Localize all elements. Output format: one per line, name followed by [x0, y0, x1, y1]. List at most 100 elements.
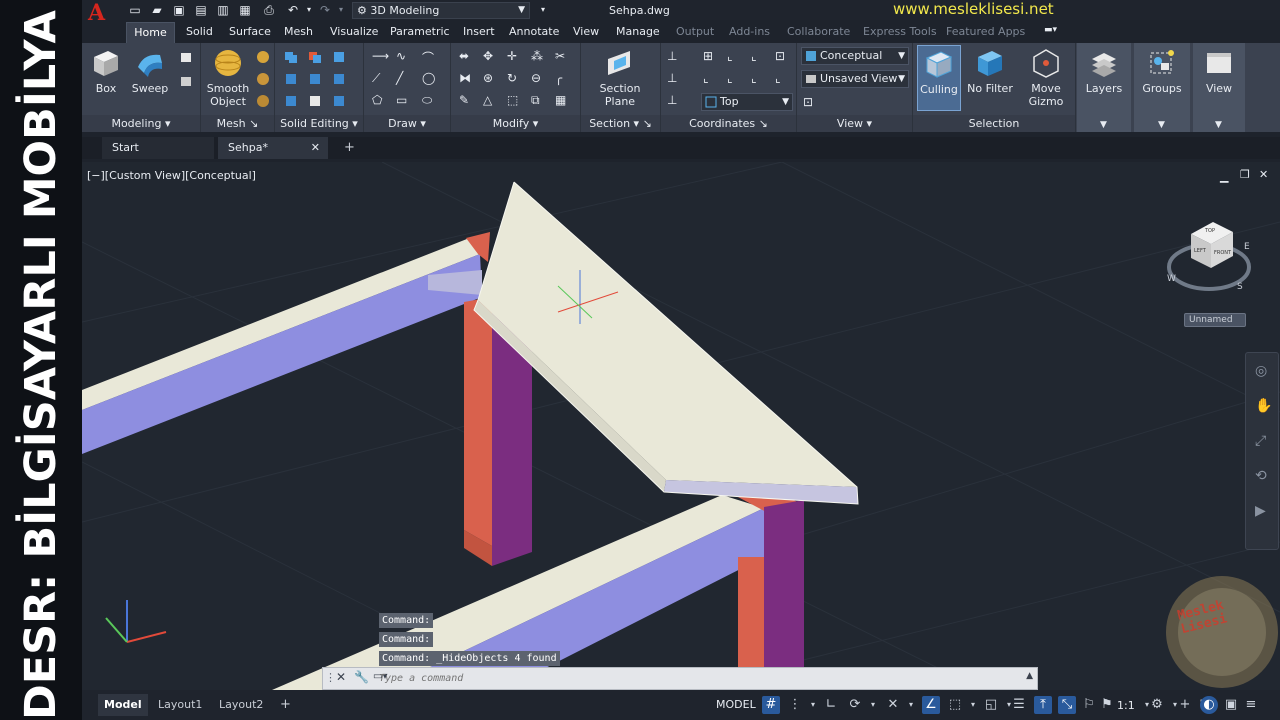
orbit-icon[interactable]: ⟲: [1255, 468, 1267, 484]
rectangle-icon[interactable]: ▭: [396, 93, 412, 109]
trim-icon[interactable]: ✂: [555, 49, 571, 65]
drawing-viewport[interactable]: [−][Custom View][Conceptual] ▁ ❐ ✕ TOP F…: [82, 162, 1280, 690]
tab-view[interactable]: View: [573, 25, 599, 38]
panel-mesh-title[interactable]: Mesh ↘: [201, 115, 274, 132]
undo-icon[interactable]: ↶: [286, 3, 300, 17]
ucs-y-icon[interactable]: ⌞: [775, 71, 791, 87]
viewcube-left-label[interactable]: LEFT: [1194, 248, 1206, 254]
open-folder-icon[interactable]: ▰: [150, 3, 164, 17]
panel-modify-title[interactable]: Modify ▾: [451, 115, 580, 132]
move-gizmo-button[interactable]: Move Gizmo: [1021, 47, 1071, 108]
viewcube-top-label[interactable]: TOP: [1205, 228, 1215, 234]
tab-output[interactable]: Output: [676, 25, 714, 38]
polar-dropdown-icon[interactable]: ▾: [864, 696, 882, 714]
zoom-icon[interactable]: ⤢: [1255, 433, 1266, 449]
hardware-acceleration-icon[interactable]: ◐: [1200, 696, 1218, 714]
3d-snap-icon[interactable]: ◱: [982, 696, 1000, 714]
fillet-icon[interactable]: ╭: [555, 71, 571, 87]
save-web-icon[interactable]: ▦: [238, 3, 252, 17]
spline-icon[interactable]: ∿: [396, 49, 412, 65]
back-rail[interactable]: [82, 232, 490, 454]
ucs-object-icon[interactable]: ⌞: [703, 71, 719, 87]
ucs-named-icon[interactable]: ⊥: [667, 93, 683, 109]
compass-west[interactable]: W: [1167, 274, 1176, 284]
offset-icon[interactable]: ⊖: [531, 71, 547, 87]
3d-align-icon[interactable]: △: [483, 93, 499, 109]
ucs-z-axis-icon[interactable]: ⌞: [751, 49, 767, 65]
erase-icon[interactable]: ✎: [459, 93, 475, 109]
lineweight-icon[interactable]: ☰: [1010, 696, 1028, 714]
object-snap-dropdown-icon[interactable]: ▾: [964, 696, 982, 714]
mirror-icon[interactable]: ⧓: [459, 71, 475, 87]
subtract-icon[interactable]: [307, 49, 323, 65]
doc-tab-sehpa[interactable]: Sehpa* ✕: [218, 137, 328, 159]
tab-visualize[interactable]: Visualize: [330, 25, 378, 38]
visual-style-combo[interactable]: Conceptual ▼: [801, 47, 909, 65]
tab-insert[interactable]: Insert: [463, 25, 495, 38]
dynamic-ucs-icon[interactable]: ⤒: [1034, 696, 1052, 714]
extract-edges-icon[interactable]: [283, 71, 299, 87]
add-layout-icon[interactable]: +: [274, 694, 297, 716]
ucs-view-icon[interactable]: ⊥: [667, 71, 683, 87]
viewcube-front-label[interactable]: FRONT: [1214, 250, 1231, 256]
polygon-icon[interactable]: ⬠: [372, 93, 388, 109]
save-icon[interactable]: ▣: [172, 3, 186, 17]
ucs-combo[interactable]: Top ▼: [701, 93, 793, 111]
scale-icon[interactable]: ⬚: [507, 93, 523, 109]
workspace-switch-gear-icon[interactable]: ⚙: [1148, 696, 1166, 714]
arc-icon[interactable]: ⌒: [422, 49, 438, 65]
ucs-world-icon[interactable]: ⊞: [703, 49, 719, 65]
section-plane-button[interactable]: Section Plane: [595, 47, 645, 108]
compass-south[interactable]: S: [1237, 282, 1243, 292]
tab-mesh[interactable]: Mesh: [284, 25, 313, 38]
mesh-smooth-less-icon[interactable]: [255, 71, 271, 87]
tab-add-ins[interactable]: Add-ins: [729, 25, 770, 38]
polyline-icon[interactable]: ⟶: [372, 49, 389, 65]
3d-move-icon[interactable]: ✥: [483, 49, 499, 65]
customize-quick-access-icon[interactable]: ▾: [536, 3, 550, 17]
save-as-icon[interactable]: ▤: [194, 3, 208, 17]
viewport-config-icon[interactable]: ⊡: [803, 95, 819, 111]
snap-mode-icon[interactable]: ⋮: [786, 696, 804, 714]
view-dropdown-icon[interactable]: ▼: [1215, 120, 1222, 130]
3d-rotate-icon[interactable]: ⊛: [483, 71, 499, 87]
rectangular-array-icon[interactable]: ▦: [555, 93, 571, 109]
slice-icon[interactable]: [331, 71, 347, 87]
rotate-icon[interactable]: ↻: [507, 71, 523, 87]
panel-solid-editing-title[interactable]: Solid Editing ▾: [275, 115, 363, 132]
tab-featured-apps[interactable]: Featured Apps: [946, 25, 1025, 38]
viewport-restore-icon[interactable]: ❐: [1240, 168, 1250, 181]
ucs-x-icon[interactable]: ⌞: [751, 71, 767, 87]
close-icon[interactable]: ✕: [311, 137, 320, 159]
no-filter-button[interactable]: No Filter: [965, 47, 1015, 95]
panel-draw-title[interactable]: Draw ▾: [364, 115, 450, 132]
presspull-icon[interactable]: [307, 71, 323, 87]
undo-dropdown-icon[interactable]: ▾: [302, 3, 316, 17]
move-icon[interactable]: ⬌: [459, 49, 475, 65]
construction-line-icon[interactable]: ╱: [396, 71, 412, 87]
smooth-object-button[interactable]: Smooth Object: [205, 47, 251, 108]
viewport-minimize-icon[interactable]: ▁: [1220, 170, 1228, 183]
ucs-menu[interactable]: Unnamed: [1184, 313, 1246, 327]
panel-coordinates-title[interactable]: Coordinates ↘: [661, 115, 796, 132]
annotation-scale-icon[interactable]: ⚑: [1098, 696, 1116, 714]
ortho-icon[interactable]: ∟: [822, 696, 840, 714]
panel-modeling-title[interactable]: Modeling ▾: [82, 115, 200, 132]
groups-button[interactable]: Groups: [1138, 47, 1186, 95]
layout-tab-layout1[interactable]: Layout1: [152, 694, 208, 716]
workspace-selector[interactable]: ⚙ 3D Modeling ▼: [352, 2, 530, 19]
panel-section-title[interactable]: Section ▾ ↘: [581, 115, 660, 132]
close-command-icon[interactable]: ✕: [336, 670, 346, 684]
copy-icon[interactable]: ⧉: [531, 93, 547, 109]
pan-hand-icon[interactable]: ✋: [1255, 398, 1272, 414]
move-cross-icon[interactable]: ✛: [507, 49, 523, 65]
object-snap-tracking-icon[interactable]: ∠: [922, 696, 940, 714]
isodraft-icon[interactable]: ✕: [884, 696, 902, 714]
object-snap-icon[interactable]: ⬚: [946, 696, 964, 714]
clean-screen-icon[interactable]: ▣: [1222, 696, 1240, 714]
circle-icon[interactable]: ◯: [422, 71, 438, 87]
print-icon[interactable]: ⎙: [262, 3, 276, 17]
new-file-icon[interactable]: ▭: [128, 3, 142, 17]
tab-surface[interactable]: Surface: [229, 25, 271, 38]
ucs-3point-icon[interactable]: ⊡: [775, 49, 791, 65]
